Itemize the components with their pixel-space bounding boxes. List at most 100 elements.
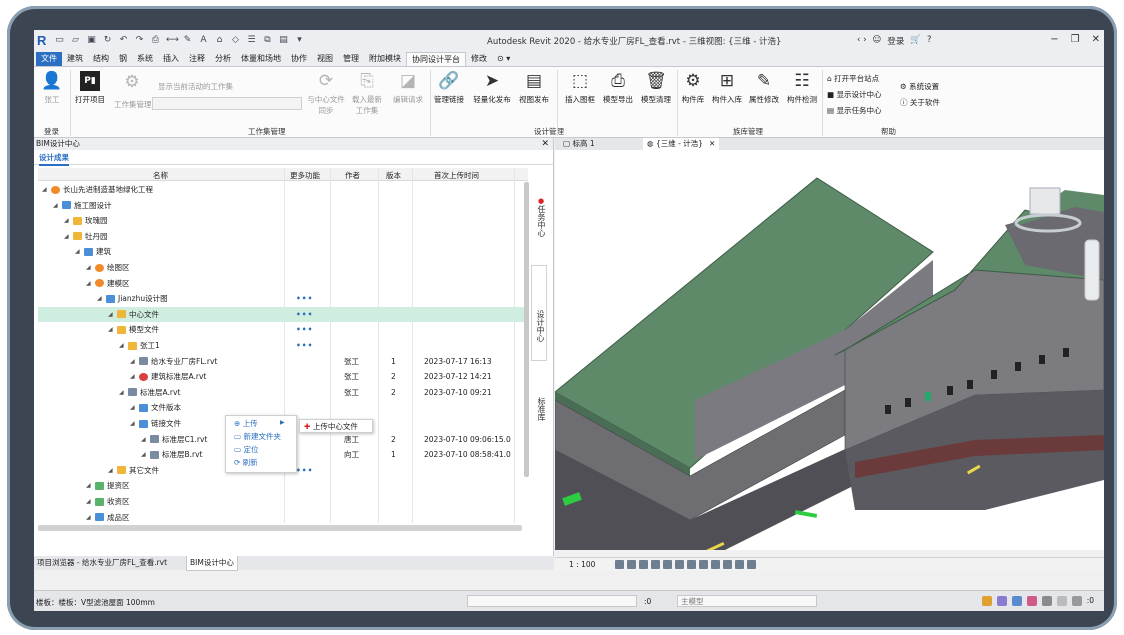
tab-structure[interactable]: 结构	[88, 52, 114, 66]
expand-arrow-icon[interactable]: ◢	[119, 385, 125, 400]
login-link[interactable]: 登录	[887, 35, 904, 47]
edit-request-button[interactable]: ◪ 编辑请求	[389, 71, 427, 105]
tree-row[interactable]: ◢ 模型文件 •••	[38, 322, 528, 338]
tab-bim-center[interactable]: BIM设计中心	[186, 556, 238, 571]
detail-level-icon[interactable]	[615, 560, 624, 569]
attr-edit-button[interactable]: ✎ 属性修改	[746, 71, 782, 105]
col-version[interactable]: 版本	[386, 170, 401, 181]
tree-row[interactable]: ◢ 绘图区	[38, 260, 528, 276]
tree-row[interactable]: ◢ 张工1 •••	[38, 338, 528, 354]
system-settings-link[interactable]: ⚙ 系统设置	[900, 81, 939, 92]
save-icon[interactable]: ▣	[86, 35, 97, 46]
expand-arrow-icon[interactable]: ◢	[130, 416, 136, 431]
thin-lines-icon[interactable]: ☰	[246, 35, 257, 46]
annotate-icon[interactable]: ✎	[182, 35, 193, 46]
expand-arrow-icon[interactable]: ◢	[108, 307, 114, 322]
show-active-workset[interactable]: 显示当前活动的工作集	[158, 81, 233, 92]
tab-design-results[interactable]: 设计成果	[39, 152, 69, 166]
tree-row[interactable]: ◢ 中心文件 •••	[38, 306, 528, 323]
expand-arrow-icon[interactable]: ◢	[53, 198, 59, 213]
expand-arrow-icon[interactable]: ◢	[130, 369, 136, 384]
temp-hide-icon[interactable]	[711, 560, 720, 569]
sync-icon[interactable]: ↻	[102, 35, 113, 46]
render-icon[interactable]	[663, 560, 672, 569]
col-upload-time[interactable]: 首次上传时间	[434, 170, 479, 181]
manage-links-button[interactable]: 🔗 管理链接	[432, 71, 466, 105]
section-icon[interactable]: ◇	[230, 35, 241, 46]
shadows-icon[interactable]	[651, 560, 660, 569]
design-option-selector[interactable]: 主模型	[677, 595, 817, 607]
upload-submenu[interactable]: ✚ 上传中心文件	[299, 419, 373, 433]
expand-arrow-icon[interactable]: ◢	[108, 463, 114, 478]
col-author[interactable]: 作者	[345, 170, 360, 181]
drag-elements-icon[interactable]	[1041, 596, 1052, 606]
workset-dropdown[interactable]	[152, 97, 302, 110]
tree-row[interactable]: ◢ 收资区	[38, 494, 528, 510]
tree-row[interactable]: ◢ 提资区	[38, 478, 528, 494]
tab-file[interactable]: 文件	[36, 52, 62, 66]
3d-viewport[interactable]	[555, 150, 1104, 550]
model-clean-button[interactable]: 🗑 模型清理	[638, 71, 674, 105]
close-hidden-icon[interactable]: ⧉	[262, 35, 273, 46]
component-lib-button[interactable]: ⚙ 构件库	[679, 71, 707, 105]
expand-arrow-icon[interactable]: ◢	[86, 260, 92, 275]
about-link[interactable]: ⓘ 关于软件	[900, 97, 940, 108]
show-design-center-link[interactable]: ■ 显示设计中心	[827, 89, 881, 100]
tab-collab-platform[interactable]: 协同设计平台	[406, 52, 466, 66]
folder-icon[interactable]: ▱	[70, 35, 81, 46]
tree-row[interactable]: ◢ 成品区	[38, 510, 528, 522]
customize-icon[interactable]: ▾	[294, 35, 305, 46]
tab-level-1[interactable]: ▢ 标高 1	[559, 138, 599, 150]
highlight-icon[interactable]	[747, 560, 756, 569]
ribbon-toggle-icon[interactable]: ⊙ ▾	[492, 52, 515, 66]
filter-icon[interactable]	[1071, 596, 1082, 606]
tree-row[interactable]: ◢ 牡丹园	[38, 229, 528, 245]
tab-design-center[interactable]: 设计中心	[531, 265, 547, 361]
background-process-icon[interactable]	[1056, 596, 1067, 606]
reveal-hidden-icon[interactable]	[723, 560, 732, 569]
select-underlay-icon[interactable]	[996, 596, 1007, 606]
expand-arrow-icon[interactable]: ◢	[130, 400, 136, 415]
print-icon[interactable]: ⎙	[150, 35, 161, 46]
view-publish-button[interactable]: ▤ 视图发布	[516, 71, 552, 105]
show-crop-icon[interactable]	[687, 560, 696, 569]
row-more-button[interactable]: •••	[296, 307, 313, 322]
cart-icon[interactable]: 🛒	[910, 35, 921, 47]
light-publish-button[interactable]: ➤ 轻量化发布	[470, 71, 514, 105]
vertical-scrollbar[interactable]	[524, 182, 529, 477]
tree-row[interactable]: ◢ 施工图设计	[38, 198, 528, 214]
measure-icon[interactable]: ⟷	[166, 35, 179, 46]
tree-row[interactable]: ◢ 文件版本	[38, 400, 528, 416]
menu-locate[interactable]: ▭ 定位	[234, 444, 258, 455]
row-more-button[interactable]: •••	[296, 338, 313, 353]
row-more-button[interactable]: •••	[296, 291, 313, 306]
tab-project-browser[interactable]: 项目浏览器 - 给水专业厂房FL_查看.rvt	[34, 556, 170, 570]
view-scale[interactable]: 1 : 100	[569, 558, 595, 571]
tab-annotate[interactable]: 注释	[184, 52, 210, 66]
component-check-button[interactable]: ☷ 构件检测	[784, 71, 820, 105]
tree-row[interactable]: ◢标准层A.rvt张工22023-07-10 09:212	[38, 385, 528, 401]
tab-analyze[interactable]: 分析	[210, 52, 236, 66]
redo-icon[interactable]: ↷	[134, 35, 145, 46]
tab-insert[interactable]: 插入	[158, 52, 184, 66]
col-more[interactable]: 更多功能	[290, 170, 320, 181]
tree-row[interactable]: ◢给水专业厂房FL.rvt张工12023-07-17 16:132	[38, 354, 528, 370]
tab-steel[interactable]: 钢	[114, 52, 132, 66]
sun-path-icon[interactable]	[639, 560, 648, 569]
menu-new-folder[interactable]: ▭ 新建文件夹	[234, 431, 281, 442]
undo-icon[interactable]: ↶	[118, 35, 129, 46]
tab-massing[interactable]: 体量和场地	[236, 52, 286, 66]
expand-arrow-icon[interactable]: ◢	[86, 478, 92, 493]
model-export-button[interactable]: ⎙ 模型导出	[600, 71, 636, 105]
row-more-button[interactable]: •••	[296, 322, 313, 337]
tab-collaborate[interactable]: 协作	[286, 52, 312, 66]
tree-row[interactable]: ◢ Jianzhu设计图 •••	[38, 291, 528, 307]
tab-addins[interactable]: 附加模块	[364, 52, 406, 66]
tab-manage[interactable]: 管理	[338, 52, 364, 66]
tree-row[interactable]: ◢ 建模区	[38, 276, 528, 292]
switch-windows-icon[interactable]: ▤	[278, 35, 289, 46]
text-icon[interactable]: A	[198, 35, 209, 46]
open-site-link[interactable]: ⌂ 打开平台站点	[827, 73, 879, 84]
expand-arrow-icon[interactable]: ◢	[108, 322, 114, 337]
expand-arrow-icon[interactable]: ◢	[75, 244, 81, 259]
